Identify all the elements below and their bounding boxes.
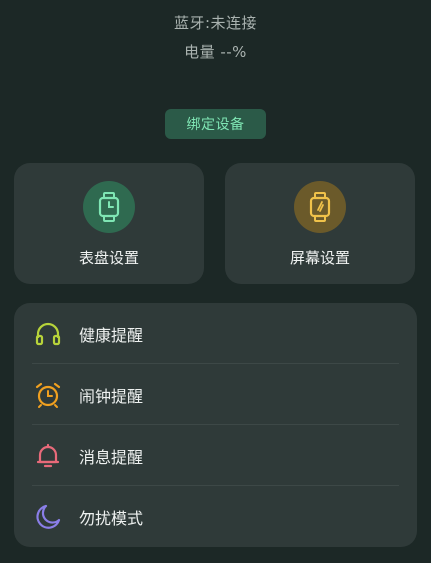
menu-item-health-reminder[interactable]: 健康提醒 [14,303,417,364]
bluetooth-status: 蓝牙:未连接 [173,14,258,32]
headset-icon [34,320,62,348]
moon-icon [34,503,62,531]
watch-face-settings-label: 表盘设置 [78,249,139,267]
battery-status: 电量 --% [184,43,247,61]
menu-item-do-not-disturb[interactable]: 勿扰模式 [14,486,417,547]
alarm-clock-icon [34,381,62,409]
watch-screen-icon [309,192,331,222]
menu-item-label: 健康提醒 [79,326,144,345]
menu-item-label: 勿扰模式 [79,509,144,528]
bell-icon [34,442,62,470]
settings-menu-list: 健康提醒 闹钟提醒 消息提醒 勿扰模式 [14,303,417,547]
watch-face-icon-circle [83,181,135,233]
watch-face-icon [98,192,120,222]
bind-device-button[interactable]: 绑定设备 [165,109,266,139]
watch-face-settings-card[interactable]: 表盘设置 [14,163,204,284]
menu-item-label: 闹钟提醒 [79,387,144,406]
menu-item-alarm-reminder[interactable]: 闹钟提醒 [14,364,417,425]
screen-settings-label: 屏幕设置 [289,249,350,267]
watch-screen-icon-circle [294,181,346,233]
menu-item-label: 消息提醒 [79,448,144,467]
screen-settings-card[interactable]: 屏幕设置 [225,163,415,284]
menu-item-message-reminder[interactable]: 消息提醒 [14,425,417,486]
